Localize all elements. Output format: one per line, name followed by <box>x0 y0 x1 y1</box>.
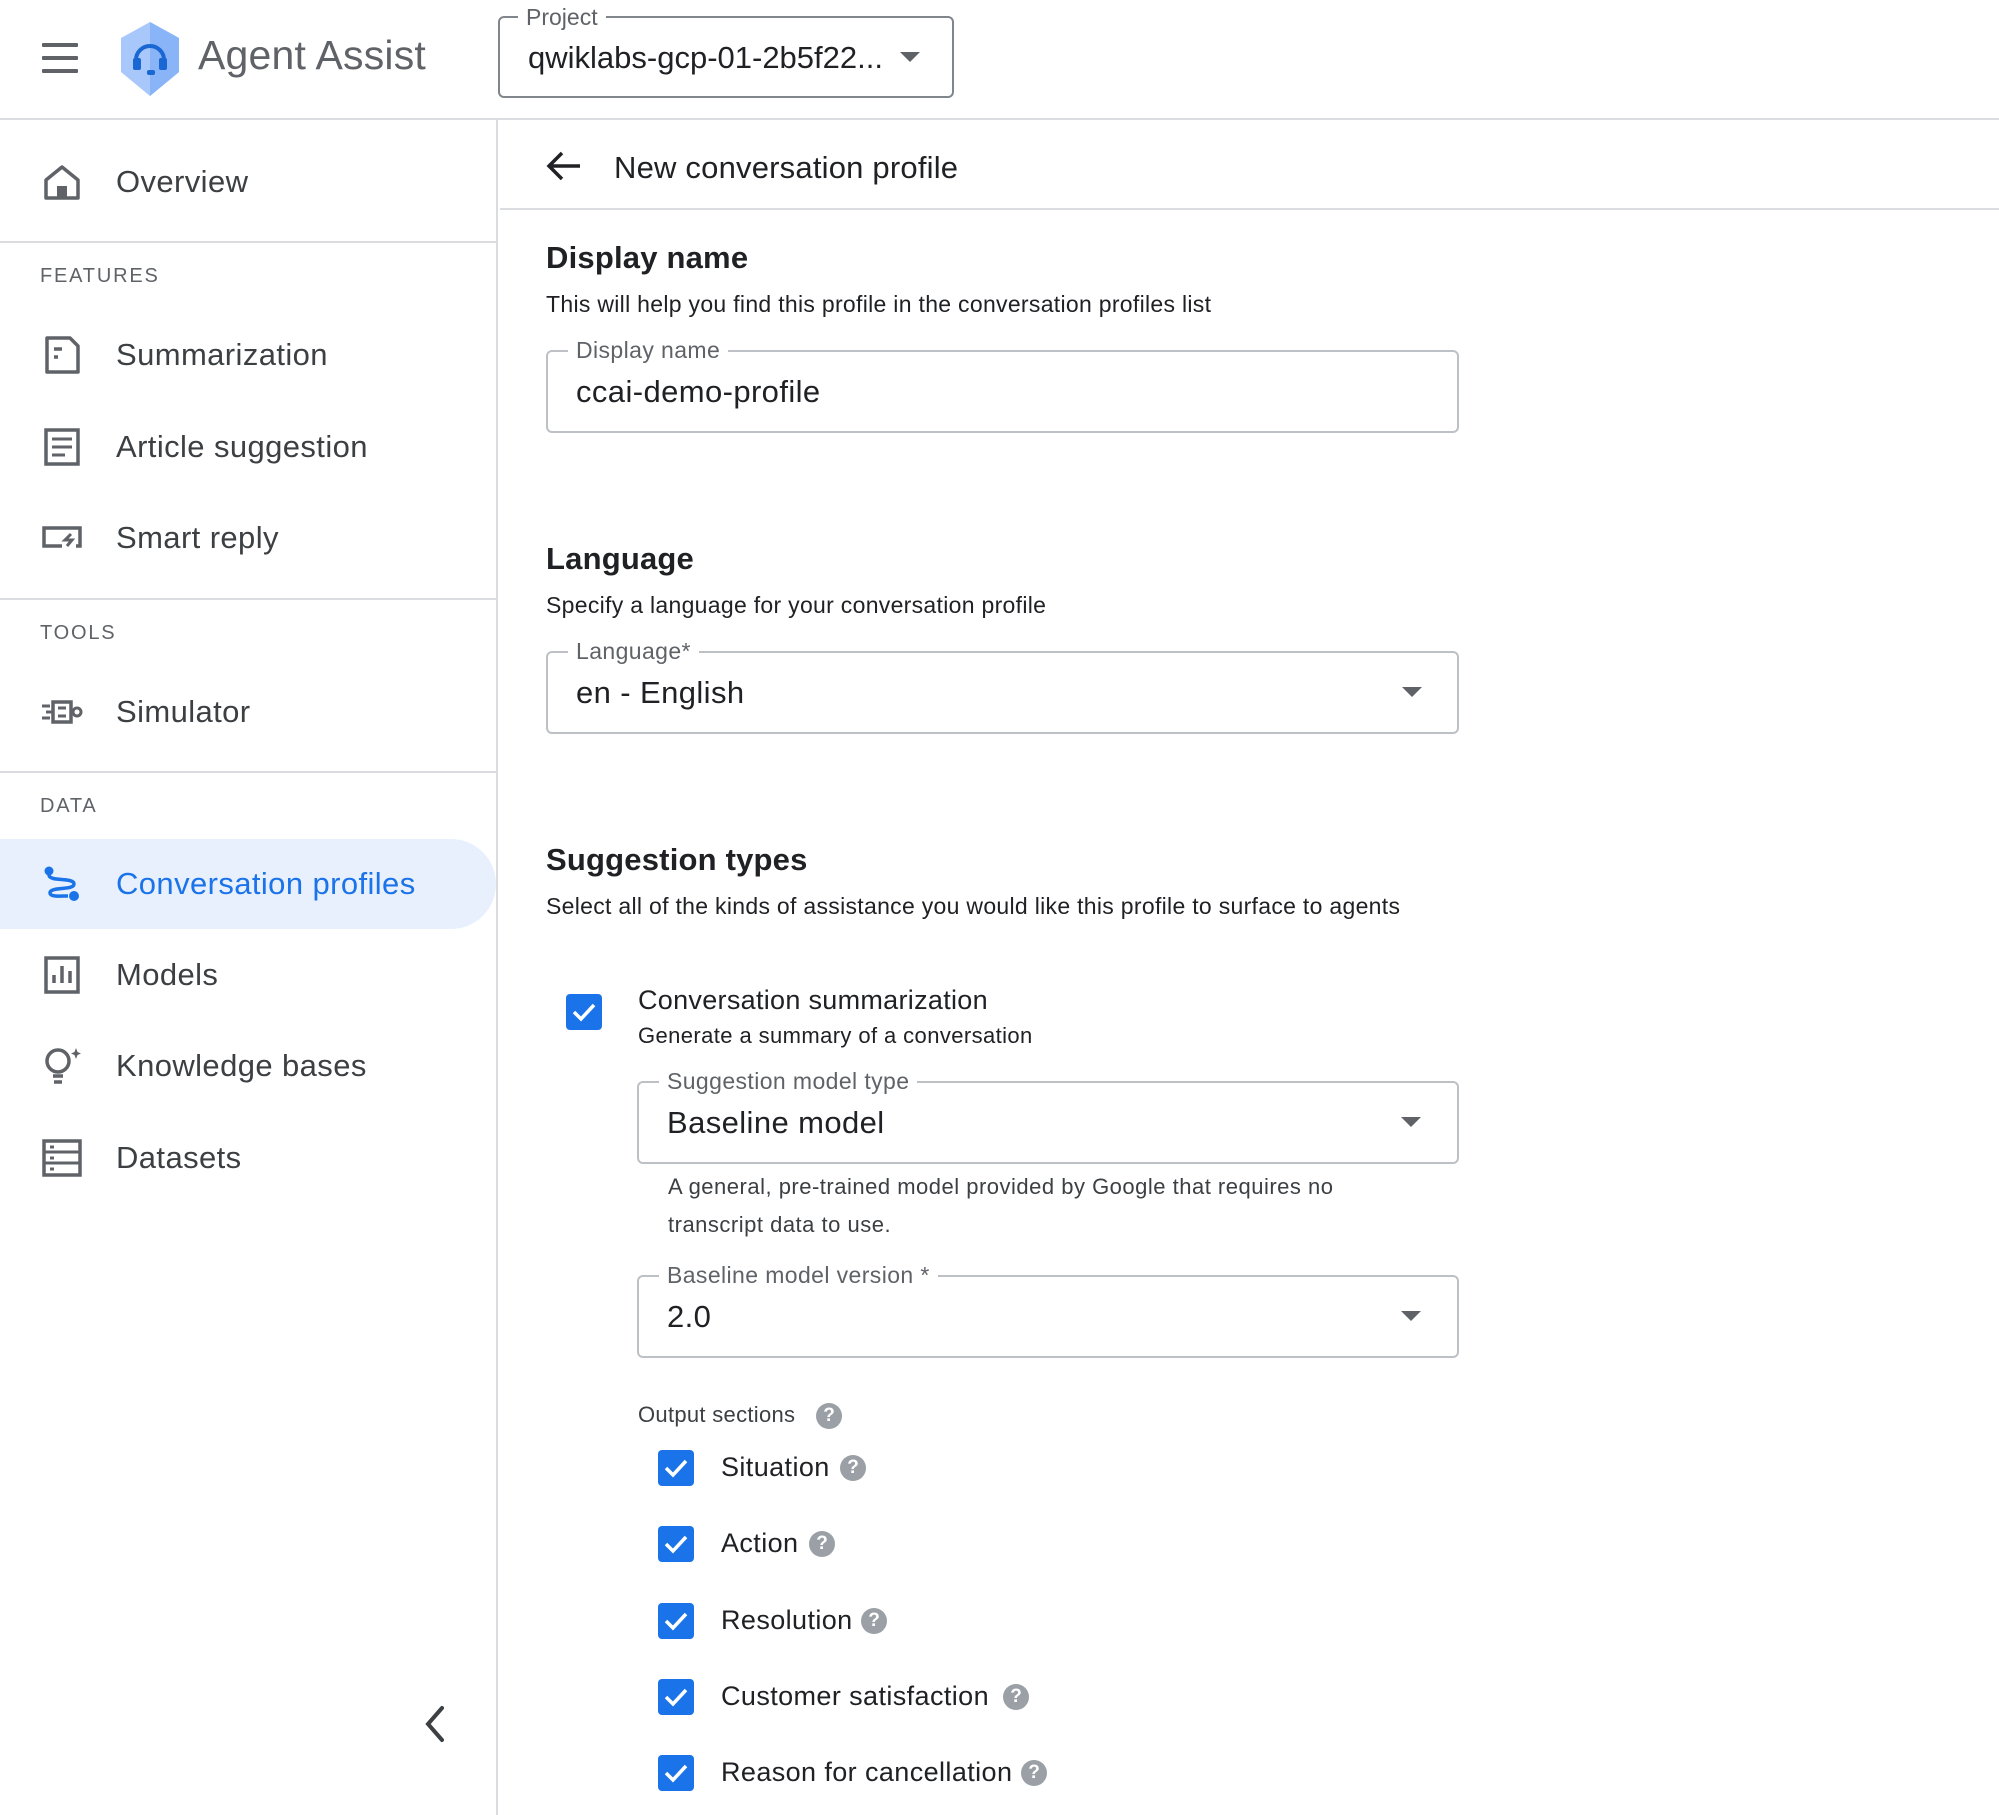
checkmark-icon <box>664 1535 688 1554</box>
sidebar-divider <box>0 598 496 600</box>
language-heading: Language <box>546 541 695 576</box>
checkmark-icon <box>572 1003 596 1022</box>
suggestion-model-type-label: Suggestion model type <box>659 1068 918 1095</box>
output-section-label: Situation <box>721 1452 830 1482</box>
project-label: Project <box>518 4 606 31</box>
article-icon <box>44 428 80 466</box>
caret-down-icon <box>1401 1311 1421 1321</box>
sidebar-item-label: Models <box>116 957 219 992</box>
helper-line: transcript data to use. <box>668 1212 892 1237</box>
lightbulb-icon <box>45 1048 81 1084</box>
display-name-heading: Display name <box>546 240 749 275</box>
sidebar: Overview FEATURES Summarization Article … <box>0 120 498 1815</box>
sidebar-item-conversation-profiles[interactable]: Conversation profiles <box>0 839 496 929</box>
sidebar-item-label: Summarization <box>116 337 328 372</box>
output-section-checkbox-reason-for-cancellation[interactable] <box>658 1755 694 1791</box>
agent-assist-logo-icon <box>121 22 179 96</box>
help-icon[interactable]: ? <box>1003 1684 1029 1710</box>
app-title: Agent Assist <box>198 32 427 78</box>
collapse-sidebar-chevron-icon[interactable] <box>418 1702 452 1746</box>
sidebar-divider <box>0 771 496 773</box>
section-label-data: DATA <box>40 795 98 817</box>
output-section-label: Reason for cancellation <box>721 1757 1013 1787</box>
sidebar-item-smart-reply[interactable]: Smart reply <box>0 493 496 583</box>
caret-down-icon <box>900 52 920 62</box>
output-section-checkbox-situation[interactable] <box>658 1450 694 1486</box>
caret-down-icon <box>1402 687 1422 697</box>
display-name-value: ccai-demo-profile <box>576 374 821 409</box>
sidebar-item-models[interactable]: Models <box>0 930 496 1020</box>
help-icon[interactable]: ? <box>1021 1760 1047 1786</box>
sidebar-item-datasets[interactable]: Datasets <box>0 1113 496 1203</box>
language-description: Specify a language for your conversation… <box>546 592 1047 618</box>
output-section-label: Customer satisfaction <box>721 1681 989 1711</box>
project-value: qwiklabs-gcp-01-2b5f22... <box>528 40 883 75</box>
section-label-tools: TOOLS <box>40 622 117 644</box>
output-sections-label: Output sections <box>638 1402 796 1427</box>
sidebar-item-simulator[interactable]: Simulator <box>0 667 496 757</box>
smart-reply-icon <box>42 526 82 548</box>
baseline-model-version-select[interactable]: Baseline model version * 2.0 <box>637 1262 1459 1358</box>
sidebar-divider <box>0 241 496 243</box>
baseline-model-version-value: 2.0 <box>667 1299 712 1334</box>
display-name-field-label: Display name <box>568 337 729 364</box>
suggestion-types-heading: Suggestion types <box>546 842 808 877</box>
project-selector[interactable]: Project qwiklabs-gcp-01-2b5f22... <box>498 4 954 98</box>
sidebar-item-summarization[interactable]: Summarization <box>0 310 496 400</box>
help-icon[interactable]: ? <box>840 1455 866 1481</box>
language-field-label: Language* <box>568 638 699 665</box>
sidebar-item-label: Conversation profiles <box>116 866 416 901</box>
suggestion-model-type-select[interactable]: Suggestion model type Baseline model <box>637 1068 1459 1164</box>
sidebar-item-label: Simulator <box>116 694 251 729</box>
sidebar-item-article-suggestion[interactable]: Article suggestion <box>0 402 496 492</box>
output-section-checkbox-resolution[interactable] <box>658 1603 694 1639</box>
conversation-summarization-title: Conversation summarization <box>638 985 988 1015</box>
output-section-label: Resolution <box>721 1605 853 1635</box>
sidebar-item-label: Knowledge bases <box>116 1048 367 1083</box>
checkmark-icon <box>664 1459 688 1478</box>
sidebar-item-label: Datasets <box>116 1140 242 1175</box>
conversation-summarization-checkbox[interactable] <box>566 994 602 1030</box>
checkmark-icon <box>664 1688 688 1707</box>
conversation-summarization-subtitle: Generate a summary of a conversation <box>638 1023 1033 1048</box>
sidebar-item-overview[interactable]: Overview <box>0 137 496 227</box>
display-name-field[interactable]: Display name ccai-demo-profile <box>546 337 1459 433</box>
help-icon[interactable]: ? <box>809 1531 835 1557</box>
help-icon[interactable]: ? <box>861 1608 887 1634</box>
menu-icon[interactable] <box>36 38 84 78</box>
arrow-back-icon[interactable] <box>544 146 584 186</box>
language-value: en - English <box>576 675 745 710</box>
simulator-icon <box>42 700 83 724</box>
datasets-icon <box>42 1139 82 1177</box>
summary-doc-icon <box>45 336 80 374</box>
section-label-features: FEATURES <box>40 265 160 287</box>
checkmark-icon <box>664 1764 688 1783</box>
page-topbar: New conversation profile <box>500 120 1999 210</box>
language-select[interactable]: Language* en - English <box>546 638 1459 734</box>
output-section-checkbox-customer-satisfaction[interactable] <box>658 1679 694 1715</box>
home-icon <box>44 165 80 200</box>
suggestion-model-type-value: Baseline model <box>667 1105 885 1140</box>
baseline-model-version-label: Baseline model version * <box>659 1262 938 1289</box>
output-section-label: Action <box>721 1528 799 1558</box>
output-section-checkbox-action[interactable] <box>658 1526 694 1562</box>
sidebar-item-label: Smart reply <box>116 520 279 555</box>
help-icon[interactable]: ? <box>816 1403 842 1429</box>
helper-line: A general, pre-trained model provided by… <box>668 1174 1334 1199</box>
display-name-description: This will help you find this profile in … <box>546 291 1212 317</box>
sidebar-item-knowledge-bases[interactable]: Knowledge bases <box>0 1021 496 1111</box>
app-header: Agent Assist Project qwiklabs-gcp-01-2b5… <box>0 0 1999 120</box>
sidebar-item-label: Article suggestion <box>116 429 368 464</box>
conversation-profiles-icon <box>44 866 79 901</box>
suggestion-types-description: Select all of the kinds of assistance yo… <box>546 893 1401 919</box>
model-type-helper-text: A general, pre-trained model provided by… <box>668 1168 1334 1244</box>
sidebar-item-label: Overview <box>116 164 249 199</box>
caret-down-icon <box>1401 1117 1421 1127</box>
models-chart-icon <box>44 956 80 994</box>
checkmark-icon <box>664 1612 688 1631</box>
page-title: New conversation profile <box>614 150 959 185</box>
